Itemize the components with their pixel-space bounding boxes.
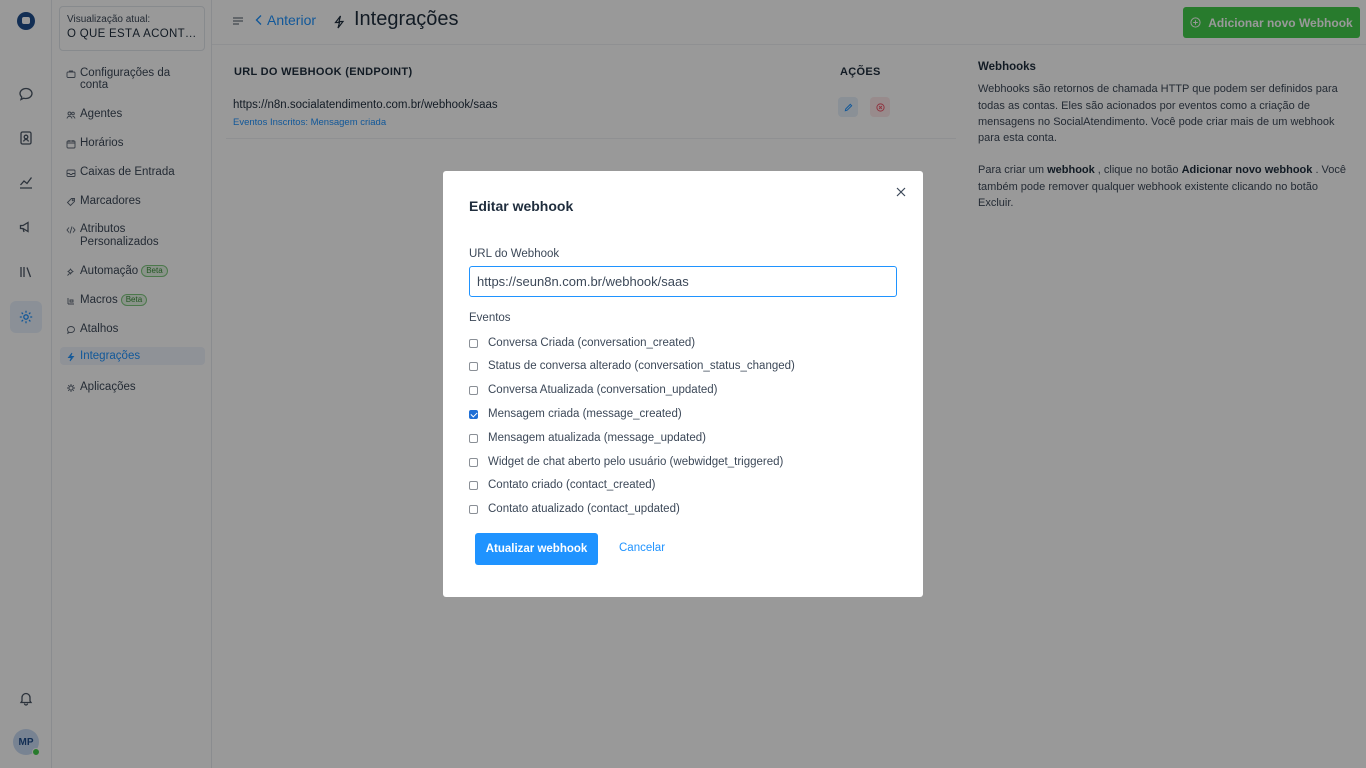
event-option-message-created[interactable]: Mensagem criada (message_created) xyxy=(469,408,682,420)
event-option-conversation-status-changed[interactable]: Status de conversa alterado (conversatio… xyxy=(469,360,795,372)
edit-webhook-modal: Editar webhook URL do Webhook https://se… xyxy=(443,171,923,597)
event-option-message-updated[interactable]: Mensagem atualizada (message_updated) xyxy=(469,432,706,444)
event-checkbox[interactable] xyxy=(469,480,478,490)
event-label: Contato atualizado (contact_updated) xyxy=(488,503,680,515)
update-webhook-button[interactable]: Atualizar webhook xyxy=(475,533,598,565)
event-checkbox[interactable] xyxy=(469,457,478,467)
webhook-url-label: URL do Webhook xyxy=(469,248,560,260)
event-option-contact-created[interactable]: Contato criado (contact_created) xyxy=(469,479,655,491)
event-checkbox[interactable] xyxy=(469,504,478,514)
event-label: Contato criado (contact_created) xyxy=(488,479,656,491)
webhook-url-value: https://seun8n.com.br/webhook/saas xyxy=(477,274,689,289)
event-option-conversation-created[interactable]: Conversa Criada (conversation_created) xyxy=(469,337,695,349)
event-label: Widget de chat aberto pelo usuário (webw… xyxy=(488,456,784,468)
event-label: Mensagem atualizada (message_updated) xyxy=(488,432,706,444)
cancel-button[interactable]: Cancelar xyxy=(619,542,665,554)
events-label: Eventos xyxy=(469,312,511,324)
event-checkbox[interactable] xyxy=(469,385,478,395)
event-label: Mensagem criada (message_created) xyxy=(488,408,682,420)
event-option-conversation-updated[interactable]: Conversa Atualizada (conversation_update… xyxy=(469,384,718,396)
webhook-url-input[interactable]: https://seun8n.com.br/webhook/saas xyxy=(469,266,897,297)
close-icon[interactable] xyxy=(895,186,907,198)
event-option-contact-updated[interactable]: Contato atualizado (contact_updated) xyxy=(469,503,680,515)
modal-title: Editar webhook xyxy=(469,198,574,214)
event-label: Status de conversa alterado (conversatio… xyxy=(488,360,795,372)
event-checkbox-checked[interactable] xyxy=(469,409,478,419)
event-checkbox[interactable] xyxy=(469,433,478,443)
event-checkbox[interactable] xyxy=(469,338,478,348)
event-label: Conversa Atualizada (conversation_update… xyxy=(488,384,718,396)
event-label: Conversa Criada (conversation_created) xyxy=(488,337,696,349)
event-option-webwidget-triggered[interactable]: Widget de chat aberto pelo usuário (webw… xyxy=(469,456,783,468)
event-checkbox[interactable] xyxy=(469,361,478,371)
